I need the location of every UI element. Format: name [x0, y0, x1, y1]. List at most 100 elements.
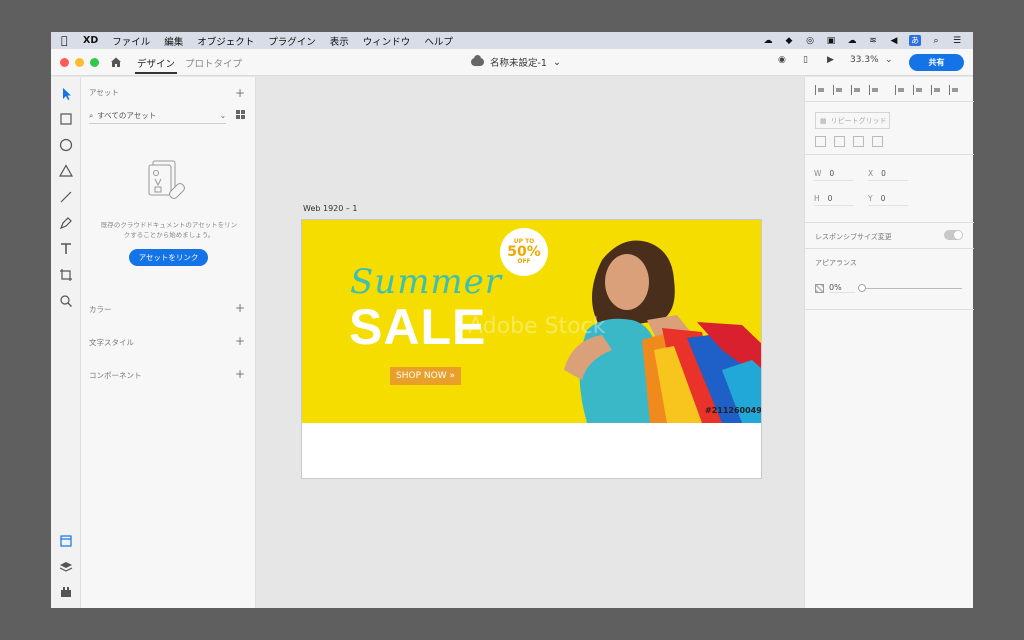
chevron-down-icon: ⌄	[552, 56, 561, 68]
align-middle-icon[interactable]	[833, 85, 843, 95]
appearance-label: アピアランス	[815, 259, 857, 267]
minimize-window-button[interactable]	[75, 58, 84, 67]
menu-window[interactable]: ウィンドウ	[363, 34, 411, 48]
line-tool-icon[interactable]	[58, 189, 74, 205]
align-left-icon[interactable]	[895, 85, 905, 95]
x-field[interactable]: X0	[868, 169, 908, 181]
wifi-icon[interactable]: ≋	[867, 35, 879, 46]
device-preview-icon[interactable]: ▯	[803, 55, 808, 65]
document-name: 名称未設定-1	[490, 58, 547, 69]
pen-tool-icon[interactable]	[58, 215, 74, 231]
align-bottom-icon[interactable]	[851, 85, 861, 95]
menu-edit[interactable]: 編集	[164, 34, 183, 48]
menu-tray: ☁ ◆ ◎ ▣ ☁ ≋ ◀ あ ⌕ ☰	[762, 35, 963, 46]
search-icon: ⌕	[89, 110, 94, 120]
ellipse-tool-icon[interactable]	[58, 137, 74, 153]
tools-toolbar	[51, 77, 81, 608]
repeat-grid-label: リピートグリッド	[830, 116, 887, 125]
align-top-icon[interactable]	[815, 85, 825, 95]
stock-watermark: Adobe Stock	[468, 314, 606, 339]
opacity-field[interactable]: 0%	[829, 283, 855, 293]
add-component-icon[interactable]: +	[235, 368, 245, 380]
assets-panel: アセット + ⌕ すべてのアセット ⌄ 既存のクラウドドキュメントのアセットをリ…	[81, 77, 256, 608]
share-button[interactable]: 共有	[909, 54, 964, 71]
artboard-tool-icon[interactable]	[58, 267, 74, 283]
creative-cloud-icon[interactable]: ◎	[804, 35, 816, 46]
text-tool-icon[interactable]	[58, 241, 74, 257]
repeat-grid-icon: ▦	[820, 116, 827, 125]
sale-text: SALE	[349, 299, 487, 355]
add-character-style-icon[interactable]: +	[235, 335, 245, 347]
asset-filter-dropdown[interactable]: ⌕ すべてのアセット ⌄	[89, 108, 226, 124]
distribute-vertical-icon[interactable]	[869, 85, 879, 95]
zoom-chevron-icon[interactable]: ⌄	[885, 55, 893, 65]
opacity-slider-knob[interactable]	[858, 284, 866, 292]
distribute-horizontal-icon[interactable]	[949, 85, 959, 95]
artboard-label[interactable]: Web 1920 – 1	[303, 204, 358, 213]
spotlight-search-icon[interactable]: ⌕	[930, 35, 942, 46]
cloud-document-icon	[471, 55, 484, 66]
stock-id: #211260049	[705, 406, 762, 415]
polygon-tool-icon[interactable]	[58, 163, 74, 179]
dropbox-icon[interactable]: ◆	[783, 35, 795, 46]
volume-icon[interactable]: ◀	[888, 35, 900, 46]
property-inspector: ▦ リピートグリッド W0 H0 X0 Y0 レスポンシブサイズ変更 アピアラン…	[804, 77, 974, 608]
list-menu-icon[interactable]: ☰	[951, 35, 963, 46]
menu-object[interactable]: オブジェクト	[197, 34, 254, 48]
menu-plugins[interactable]: プラグイン	[268, 34, 316, 48]
plugins-panel-icon[interactable]	[58, 584, 74, 600]
character-styles-section-label: 文字スタイル	[89, 338, 134, 347]
zoom-level[interactable]: 33.3%	[850, 55, 879, 65]
align-right-icon[interactable]	[931, 85, 941, 95]
apple-icon[interactable]: 	[61, 34, 75, 47]
zoom-window-button[interactable]	[90, 58, 99, 67]
calendar-icon[interactable]: ▣	[825, 35, 837, 46]
y-field[interactable]: Y0	[868, 194, 908, 206]
select-tool-icon[interactable]	[58, 86, 74, 102]
add-color-icon[interactable]: +	[235, 302, 245, 314]
home-icon[interactable]	[110, 56, 122, 68]
menu-app[interactable]: XD	[83, 35, 98, 46]
colors-section-label: カラー	[89, 305, 112, 314]
discount-badge: UP TO 50% OFF	[500, 228, 548, 276]
tab-prototype[interactable]: プロトタイプ	[185, 56, 242, 70]
document-title[interactable]: 名称未設定-1 ⌄	[471, 55, 561, 69]
add-asset-icon[interactable]: +	[235, 87, 245, 99]
align-center-icon[interactable]	[913, 85, 923, 95]
align-toolbar	[815, 85, 959, 95]
sale-banner-image[interactable]: UP TO 50% OFF Summer SALE Adobe Stock SH…	[302, 220, 762, 423]
responsive-resize-toggle[interactable]	[944, 230, 963, 240]
opacity-icon	[815, 284, 824, 293]
title-bar: デザイン プロトタイプ 名称未設定-1 ⌄ ◉ ▯ ▶ 33.3% ⌄ 共有	[51, 49, 973, 76]
subtract-boolean-icon[interactable]	[834, 136, 845, 147]
linked-assets-icon	[148, 160, 185, 199]
play-preview-icon[interactable]: ▶	[827, 55, 834, 65]
repeat-grid-button[interactable]: ▦ リピートグリッド	[815, 112, 890, 129]
menu-file[interactable]: ファイル	[112, 34, 150, 48]
rectangle-tool-icon[interactable]	[58, 111, 74, 127]
opacity-slider-track[interactable]	[862, 288, 962, 289]
menu-help[interactable]: ヘルプ	[424, 34, 453, 48]
cloud-upload-icon[interactable]: ☁	[846, 35, 858, 46]
zoom-tool-icon[interactable]	[58, 293, 74, 309]
intersect-boolean-icon[interactable]	[853, 136, 864, 147]
empty-assets-message: 既存のクラウドドキュメントのアセットをリンクすることから始めましょう。	[100, 221, 238, 239]
cloud-sync-icon[interactable]: ☁	[762, 35, 774, 46]
add-boolean-icon[interactable]	[815, 136, 826, 147]
share-user-icon[interactable]: ◉	[778, 55, 786, 65]
responsive-resize-label: レスポンシブサイズ変更	[815, 233, 892, 241]
input-method-icon[interactable]: あ	[909, 35, 921, 46]
layers-panel-icon[interactable]	[58, 559, 74, 575]
xd-window: デザイン プロトタイプ 名称未設定-1 ⌄ ◉ ▯ ▶ 33.3% ⌄ 共有 ア…	[51, 49, 974, 608]
artboard[interactable]: UP TO 50% OFF Summer SALE Adobe Stock SH…	[301, 219, 762, 479]
height-field[interactable]: H0	[814, 194, 854, 206]
assets-panel-icon[interactable]	[58, 533, 74, 549]
menu-bar:  XD ファイル 編集 オブジェクト プラグイン 表示 ウィンドウ ヘルプ ☁…	[51, 32, 973, 49]
grid-view-icon[interactable]	[236, 110, 245, 119]
width-field[interactable]: W0	[814, 169, 854, 181]
link-assets-button[interactable]: アセットをリンク	[129, 249, 208, 266]
exclude-boolean-icon[interactable]	[872, 136, 883, 147]
tab-design[interactable]: デザイン	[134, 56, 178, 74]
close-window-button[interactable]	[60, 58, 69, 67]
menu-view[interactable]: 表示	[330, 34, 349, 48]
